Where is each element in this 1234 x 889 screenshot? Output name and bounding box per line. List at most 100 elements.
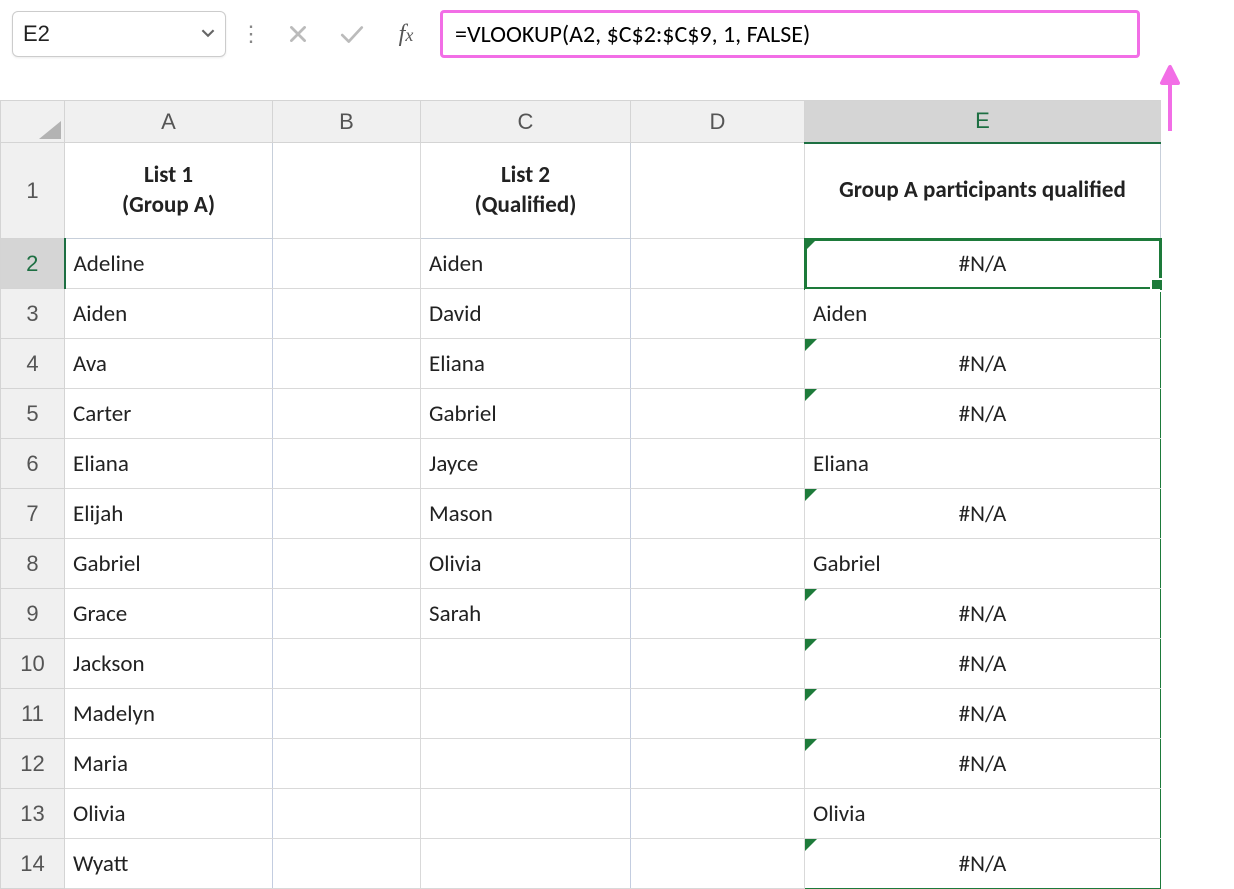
cell-E11[interactable]: #N/A [805,689,1161,739]
cell-D6[interactable] [631,439,805,489]
header-cell-result[interactable]: Group A participants qualified [805,143,1161,239]
cell-E4[interactable]: #N/A [805,339,1161,389]
cell-E5[interactable]: #N/A [805,389,1161,439]
row-header[interactable]: 10 [1,639,65,689]
spreadsheet-grid[interactable]: A B C D E 1 List 1 (Group A) List 2 (Qua… [0,100,1161,889]
cell-E6[interactable]: Eliana [805,439,1161,489]
row-header[interactable]: 5 [1,389,65,439]
cell-C13[interactable] [421,789,631,839]
cell-D11[interactable] [631,689,805,739]
col-header-a[interactable]: A [65,101,273,143]
cell-A4[interactable]: Ava [65,339,273,389]
cell-C2[interactable]: Aiden [421,239,631,289]
cell-A7[interactable]: Elijah [65,489,273,539]
cell-A11[interactable]: Madelyn [65,689,273,739]
row-header[interactable]: 9 [1,589,65,639]
cell-D7[interactable] [631,489,805,539]
row-header[interactable]: 14 [1,839,65,889]
cell-D13[interactable] [631,789,805,839]
cell-C6[interactable]: Jayce [421,439,631,489]
cell-A9[interactable]: Grace [65,589,273,639]
cell-C14[interactable] [421,839,631,889]
row-header[interactable]: 8 [1,539,65,589]
cell-C5[interactable]: Gabriel [421,389,631,439]
cell-C11[interactable] [421,689,631,739]
cell-B6[interactable] [273,439,421,489]
table-row: 8GabrielOliviaGabriel [1,539,1161,589]
cancel-icon[interactable] [278,15,318,53]
row-header[interactable]: 1 [1,143,65,239]
col-header-b[interactable]: B [273,101,421,143]
row-header[interactable]: 13 [1,789,65,839]
header-cell-list1[interactable]: List 1 (Group A) [65,143,273,239]
col-header-e[interactable]: E [805,101,1161,143]
cell-A8[interactable]: Gabriel [65,539,273,589]
row-header[interactable]: 7 [1,489,65,539]
cell-B5[interactable] [273,389,421,439]
cell-A5[interactable]: Carter [65,389,273,439]
row-header[interactable]: 2 [1,239,65,289]
cell-C8[interactable]: Olivia [421,539,631,589]
cell-E13[interactable]: Olivia [805,789,1161,839]
cell-B8[interactable] [273,539,421,589]
cell-D3[interactable] [631,289,805,339]
cell-C7[interactable]: Mason [421,489,631,539]
cell-E2[interactable]: #N/A [805,239,1161,289]
empty-cell[interactable] [631,143,805,239]
cell-E12[interactable]: #N/A [805,739,1161,789]
cell-E8[interactable]: Gabriel [805,539,1161,589]
cell-B13[interactable] [273,789,421,839]
cell-A12[interactable]: Maria [65,739,273,789]
cell-B7[interactable] [273,489,421,539]
cell-B10[interactable] [273,639,421,689]
cell-E7[interactable]: #N/A [805,489,1161,539]
cell-B2[interactable] [273,239,421,289]
cell-E14[interactable]: #N/A [805,839,1161,889]
cell-C9[interactable]: Sarah [421,589,631,639]
chevron-down-icon[interactable] [201,26,215,43]
cell-A2[interactable]: Adeline [65,239,273,289]
cell-D9[interactable] [631,589,805,639]
cell-D10[interactable] [631,639,805,689]
cell-B11[interactable] [273,689,421,739]
cell-C3[interactable]: David [421,289,631,339]
cell-D12[interactable] [631,739,805,789]
cell-A10[interactable]: Jackson [65,639,273,689]
row-header[interactable]: 6 [1,439,65,489]
cell-D2[interactable] [631,239,805,289]
cell-A3[interactable]: Aiden [65,289,273,339]
cell-E10[interactable]: #N/A [805,639,1161,689]
row-header[interactable]: 11 [1,689,65,739]
empty-cell[interactable] [273,143,421,239]
cell-B4[interactable] [273,339,421,389]
row-header[interactable]: 4 [1,339,65,389]
cell-D4[interactable] [631,339,805,389]
col-header-d[interactable]: D [631,101,805,143]
cell-C10[interactable] [421,639,631,689]
enter-icon[interactable] [332,15,372,53]
cell-D5[interactable] [631,389,805,439]
cell-B9[interactable] [273,589,421,639]
cell-A14[interactable]: Wyatt [65,839,273,889]
col-header-c[interactable]: C [421,101,631,143]
cell-B12[interactable] [273,739,421,789]
cell-D14[interactable] [631,839,805,889]
select-all-corner[interactable] [1,101,65,143]
name-box[interactable]: E2 [12,11,226,57]
cell-E9[interactable]: #N/A [805,589,1161,639]
cell-C12[interactable] [421,739,631,789]
header-cell-list2[interactable]: List 2 (Qualified) [421,143,631,239]
cell-C4[interactable]: Eliana [421,339,631,389]
row-header[interactable]: 3 [1,289,65,339]
formula-input-highlight [440,10,1140,58]
fx-icon[interactable]: fx [386,21,426,48]
formula-input[interactable] [455,20,1125,49]
cell-D8[interactable] [631,539,805,589]
cell-E3[interactable]: Aiden [805,289,1161,339]
table-row: 11Madelyn #N/A [1,689,1161,739]
cell-A6[interactable]: Eliana [65,439,273,489]
cell-B14[interactable] [273,839,421,889]
cell-A13[interactable]: Olivia [65,789,273,839]
cell-B3[interactable] [273,289,421,339]
row-header[interactable]: 12 [1,739,65,789]
